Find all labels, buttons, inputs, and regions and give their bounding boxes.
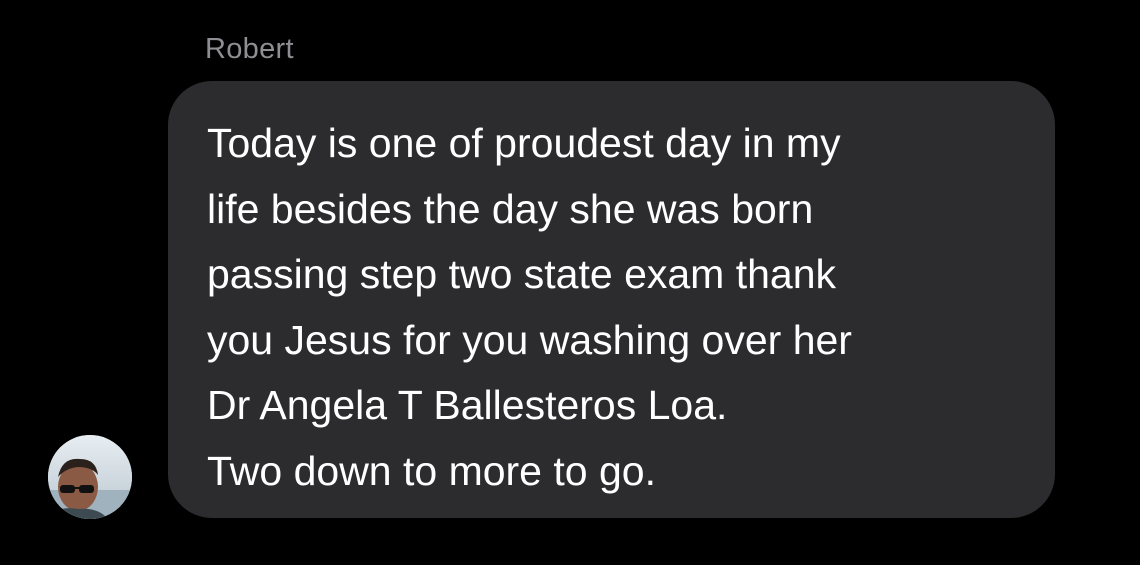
message-bubble[interactable]: Today is one of proudest day in my life … <box>168 81 1055 518</box>
sender-name: Robert <box>205 33 294 65</box>
message-line: passing step two state exam thank <box>207 251 837 297</box>
message-line: life besides the day she was born <box>207 185 814 232</box>
message-line: you Jesus for you washing over her <box>207 316 852 363</box>
user-photo-avatar-icon <box>48 435 132 519</box>
message-line: Two down to more to go. <box>207 447 656 494</box>
message-line: Dr Angela T Ballesteros Loa. <box>207 382 728 428</box>
avatar[interactable] <box>48 435 132 519</box>
message-line: Today is one of proudest day in my <box>207 120 841 166</box>
